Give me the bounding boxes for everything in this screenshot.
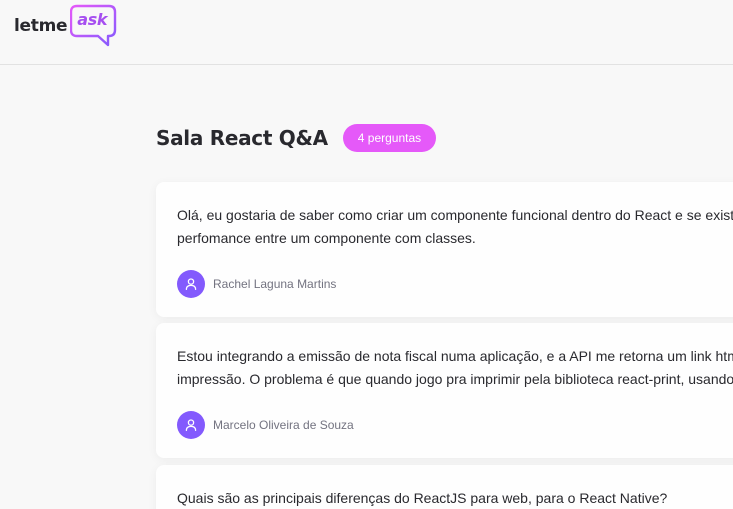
question-count-badge: 4 perguntas [342, 124, 437, 152]
question-card: Quais são as principais diferenças do Re… [156, 465, 733, 509]
question-text-line: impressão. O problema é que quando jogo … [177, 371, 733, 387]
speech-bubble-icon: ask [70, 4, 118, 48]
question-card: Estou integrando a emissão de nota fisca… [156, 323, 733, 458]
question-author: Marcelo Oliveira de Souza [177, 411, 733, 439]
letmeask-logo[interactable]: letme ask [14, 4, 118, 48]
room-title: Sala React Q&A [156, 126, 328, 150]
question-text-line: Estou integrando a emissão de nota fisca… [177, 348, 733, 364]
question-text-line: Quais são as principais diferenças do Re… [177, 490, 668, 506]
room-content: Sala React Q&A 4 perguntas [156, 110, 733, 166]
question-card: Olá, eu gostaria de saber como criar um … [156, 182, 733, 317]
question-text: Quais são as principais diferenças do Re… [177, 487, 733, 509]
question-text-line: perfomance entre um componente com class… [177, 230, 476, 246]
question-author: Rachel Laguna Martins [177, 270, 733, 298]
top-bar: letme ask [0, 0, 733, 65]
question-text: Estou integrando a emissão de nota fisca… [177, 345, 733, 391]
author-name: Marcelo Oliveira de Souza [213, 418, 354, 432]
logo-bubble-text: ask [77, 10, 108, 29]
author-name: Rachel Laguna Martins [213, 277, 337, 291]
room-header: Sala React Q&A 4 perguntas [156, 110, 733, 166]
user-icon [177, 270, 205, 298]
logo-text: letme [14, 16, 68, 36]
user-icon [177, 411, 205, 439]
question-text-line: Olá, eu gostaria de saber como criar um … [177, 207, 733, 223]
question-text: Olá, eu gostaria de saber como criar um … [177, 204, 733, 250]
